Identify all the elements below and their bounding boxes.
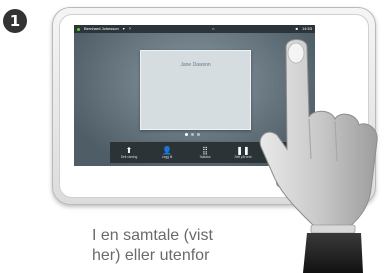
share-screen-icon: ⬆ [125,145,133,155]
page-dot [185,133,188,136]
add-participant-icon: 👤 [162,145,172,155]
status-indicator-icon [77,27,80,31]
pointing-hand-icon [259,39,378,273]
caption-line: I en samtale (vist [92,227,213,244]
share-button[interactable]: ⬆ Delt visning [110,142,148,163]
page-dot [197,133,200,136]
add-participant-button[interactable]: 👤 Legg til [148,142,186,163]
user-name[interactable]: Bernhard Johnsson [84,25,119,33]
camera-icon[interactable]: ■ [296,25,298,33]
callee-card: Jane Dawson [140,50,251,130]
step-number-badge: 1 [3,9,27,33]
keypad-button[interactable]: ⣿ Tastatur [186,142,224,163]
page-indicator [185,133,200,136]
caption-line: her) eller utenfor [92,247,210,264]
clock: 14:53 [301,26,312,31]
help-icon[interactable]: ? [129,25,131,33]
chevron-down-icon: ▾ [122,26,125,31]
status-bar: Bernhard Johnsson ▾ ? ⌂ ■ 14:53 [74,25,315,33]
page-dot [191,133,194,136]
hold-icon: ❚❚ [236,145,250,155]
keypad-icon: ⣿ [202,145,208,155]
caption: I en samtale (vist her) eller utenfor [92,226,213,266]
home-icon[interactable]: ⌂ [212,25,214,33]
toolbar-label: Delt visning [120,154,138,159]
callee-name: Jane Dawson [180,62,211,68]
toolbar-label: Legg til [161,154,173,159]
toolbar-label: Tastatur [199,154,211,159]
toolbar-label: Sett på vent [234,154,252,159]
